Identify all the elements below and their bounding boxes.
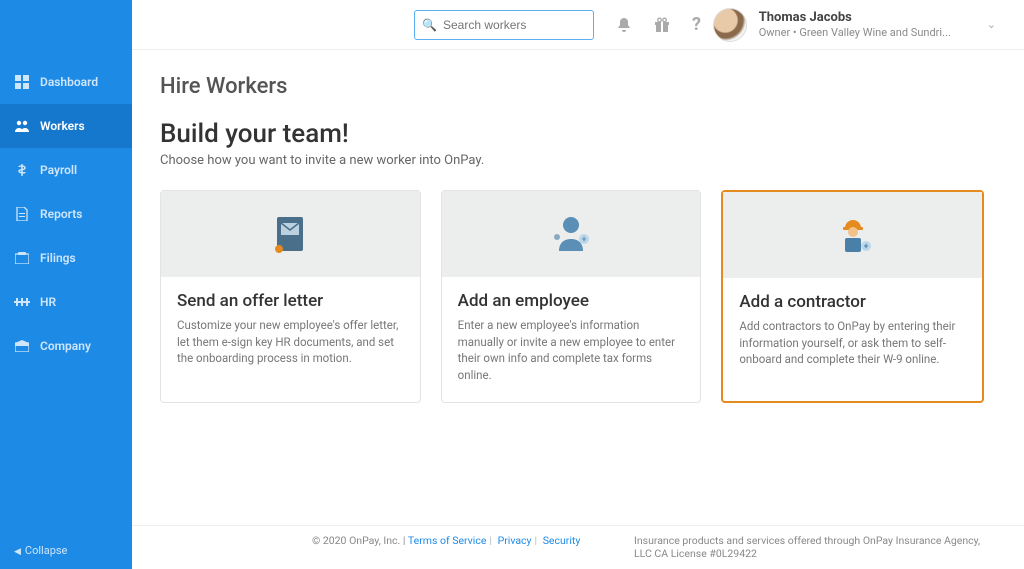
card-title: Add an employee	[458, 291, 685, 311]
avatar	[713, 8, 747, 42]
reports-icon	[14, 206, 30, 222]
sidebar-nav: Dashboard Workers Payroll Reports Filing…	[0, 50, 132, 532]
card-desc: Enter a new employee's information manua…	[458, 317, 685, 384]
section-heading: Build your team!	[160, 119, 984, 149]
gift-icon[interactable]	[654, 17, 670, 33]
user-subtitle: Owner • Green Valley Wine and Sundri...	[759, 26, 951, 39]
footer-terms-link[interactable]: Terms of Service	[408, 534, 487, 547]
sidebar-item-workers[interactable]: Workers	[0, 104, 132, 148]
collapse-label: Collapse	[25, 544, 67, 557]
filings-icon	[14, 250, 30, 266]
sidebar-item-label: Dashboard	[40, 75, 98, 89]
help-icon[interactable]: ?	[692, 14, 701, 35]
footer-disclaimer: Insurance products and services offered …	[634, 534, 994, 561]
payroll-icon	[14, 162, 30, 178]
sidebar-item-label: Reports	[40, 207, 82, 221]
company-icon	[14, 338, 30, 354]
footer: © 2020 OnPay, Inc. | Terms of Service| P…	[132, 525, 1024, 569]
card-title: Add a contractor	[739, 292, 966, 312]
page-title: Hire Workers	[160, 74, 984, 99]
user-menu[interactable]: Thomas Jacobs Owner • Green Valley Wine …	[705, 4, 1004, 46]
offer-letter-icon	[161, 191, 420, 277]
brand-name: onpay	[46, 12, 103, 37]
card-offer-letter[interactable]: Send an offer letter Customize your new …	[160, 190, 421, 403]
chevron-down-icon: ⌄	[987, 18, 996, 31]
topbar: 🔍 ? Thomas Jacobs Owner • Green Valley W…	[132, 0, 1024, 50]
sidebar-item-label: Workers	[40, 119, 85, 133]
user-name: Thomas Jacobs	[759, 10, 951, 26]
footer-privacy-link[interactable]: Privacy	[498, 534, 532, 547]
content: Hire Workers Build your team! Choose how…	[132, 50, 1024, 525]
sidebar-item-label: Filings	[40, 251, 76, 265]
employee-icon: +	[442, 191, 701, 277]
search-input[interactable]	[414, 10, 594, 40]
card-add-employee[interactable]: + Add an employee Enter a new employee's…	[441, 190, 702, 403]
workers-icon	[14, 118, 30, 134]
sidebar-item-company[interactable]: Company	[0, 324, 132, 368]
card-title: Send an offer letter	[177, 291, 404, 311]
sidebar-item-payroll[interactable]: Payroll	[0, 148, 132, 192]
sidebar-item-hr[interactable]: HR	[0, 280, 132, 324]
search-icon: 🔍	[422, 18, 437, 32]
logo-icon	[14, 18, 42, 32]
card-desc: Customize your new employee's offer lett…	[177, 317, 404, 367]
sidebar-item-filings[interactable]: Filings	[0, 236, 132, 280]
chevron-left-icon: ◀	[14, 547, 21, 557]
card-desc: Add contractors to OnPay by entering the…	[739, 318, 966, 368]
footer-copyright: © 2020 OnPay, Inc. |	[312, 534, 408, 547]
section-subtitle: Choose how you want to invite a new work…	[160, 153, 984, 168]
footer-security-link[interactable]: Security	[543, 534, 581, 547]
card-add-contractor[interactable]: + Add a contractor Add contractors to On…	[721, 190, 984, 403]
option-cards: Send an offer letter Customize your new …	[160, 190, 984, 403]
sidebar: Dashboard Workers Payroll Reports Filing…	[0, 0, 132, 569]
sidebar-item-reports[interactable]: Reports	[0, 192, 132, 236]
contractor-icon: +	[723, 192, 982, 278]
svg-text:+: +	[863, 242, 868, 251]
sidebar-item-dashboard[interactable]: Dashboard	[0, 60, 132, 104]
sidebar-collapse[interactable]: ◀ Collapse	[0, 532, 132, 569]
sidebar-item-label: Company	[40, 339, 91, 353]
grid-icon	[14, 74, 30, 90]
brand-tm: ®	[103, 21, 109, 29]
brand-logo: onpay®	[14, 12, 126, 37]
svg-text:+: +	[582, 235, 587, 244]
search-box: 🔍	[414, 10, 594, 40]
sidebar-item-label: HR	[40, 295, 56, 309]
hr-icon	[14, 294, 30, 310]
bell-icon[interactable]	[616, 17, 632, 33]
sidebar-item-label: Payroll	[40, 163, 77, 177]
